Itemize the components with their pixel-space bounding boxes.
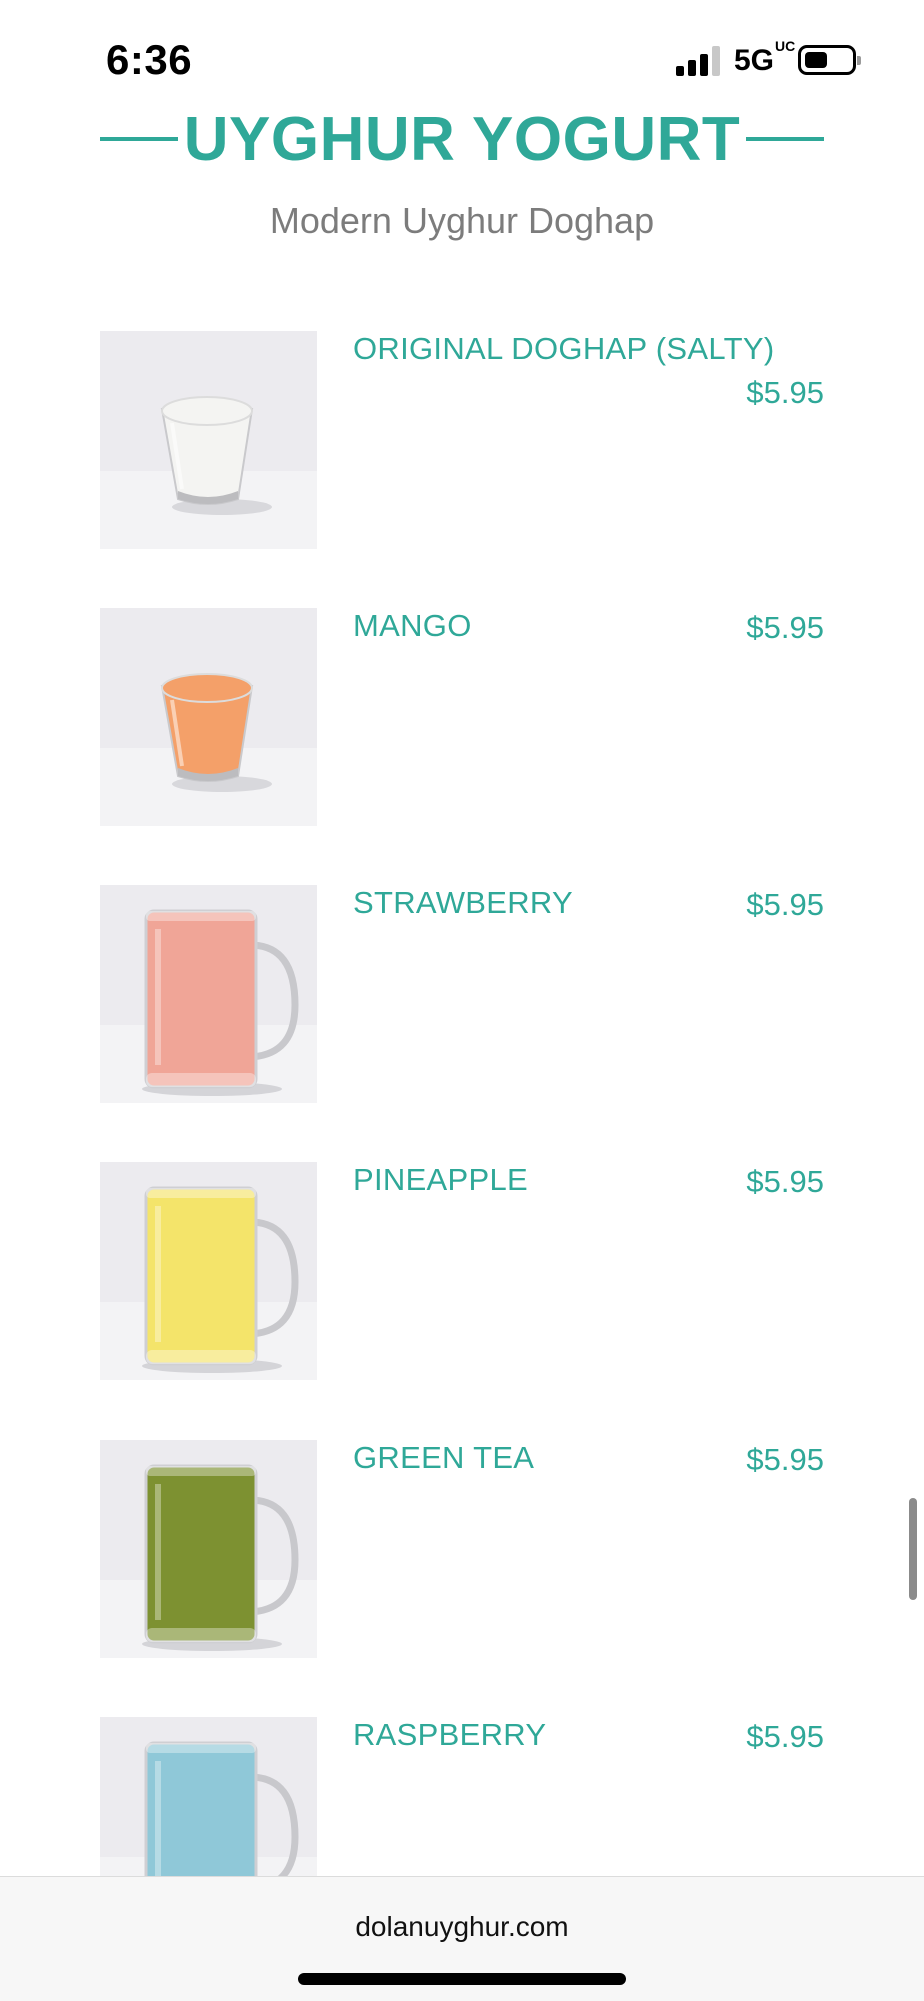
- menu-item[interactable]: ORIGINAL DOGHAP (SALTY) $5.95: [100, 331, 824, 549]
- drink-photo[interactable]: [100, 331, 317, 549]
- section-title: UYGHUR YOGURT: [183, 105, 741, 174]
- url-text[interactable]: dolanuyghur.com: [0, 1911, 924, 1943]
- cellular-signal-icon: [676, 46, 722, 76]
- menu-item[interactable]: STRAWBERRY $5.95: [100, 885, 824, 1103]
- menu-item-price: $5.95: [746, 610, 824, 645]
- status-bar: 6:36 5GUC: [0, 0, 924, 110]
- menu-item-name: MANGO: [353, 608, 472, 643]
- section-heading: UYGHUR YOGURT: [100, 100, 824, 180]
- scrollbar[interactable]: [909, 1498, 917, 1600]
- section-subtitle: Modern Uyghur Doghap: [269, 200, 655, 241]
- menu-item-name: GREEN TEA: [353, 1440, 535, 1475]
- menu-item[interactable]: MANGO $5.95: [100, 608, 824, 826]
- menu-item-price: $5.95: [746, 1164, 824, 1199]
- menu-item-price: $5.95: [746, 1442, 824, 1477]
- drink-photo[interactable]: [100, 1162, 317, 1380]
- menu-item-price: $5.95: [746, 375, 824, 410]
- menu-item-price: $5.95: [746, 1719, 824, 1754]
- battery-icon: [798, 45, 861, 75]
- drink-photo[interactable]: [100, 885, 317, 1103]
- menu-item-name: STRAWBERRY: [353, 885, 574, 920]
- menu-item-name: ORIGINAL DOGHAP (SALTY): [353, 331, 775, 366]
- menu-item-price: $5.95: [746, 887, 824, 922]
- clock: 6:36: [106, 36, 193, 83]
- drink-photo[interactable]: [100, 608, 317, 826]
- menu-item-name: PINEAPPLE: [353, 1162, 529, 1197]
- drink-photo[interactable]: [100, 1440, 317, 1658]
- network-type: 5GUC: [734, 38, 796, 77]
- home-indicator[interactable]: [298, 1973, 626, 1985]
- heading-rule-right: [746, 137, 824, 141]
- menu-item-name: RASPBERRY: [353, 1717, 547, 1752]
- menu-item[interactable]: GREEN TEA $5.95: [100, 1440, 824, 1658]
- browser-address-bar[interactable]: dolanuyghur.com: [0, 1876, 924, 2001]
- menu-item[interactable]: PINEAPPLE $5.95: [100, 1162, 824, 1380]
